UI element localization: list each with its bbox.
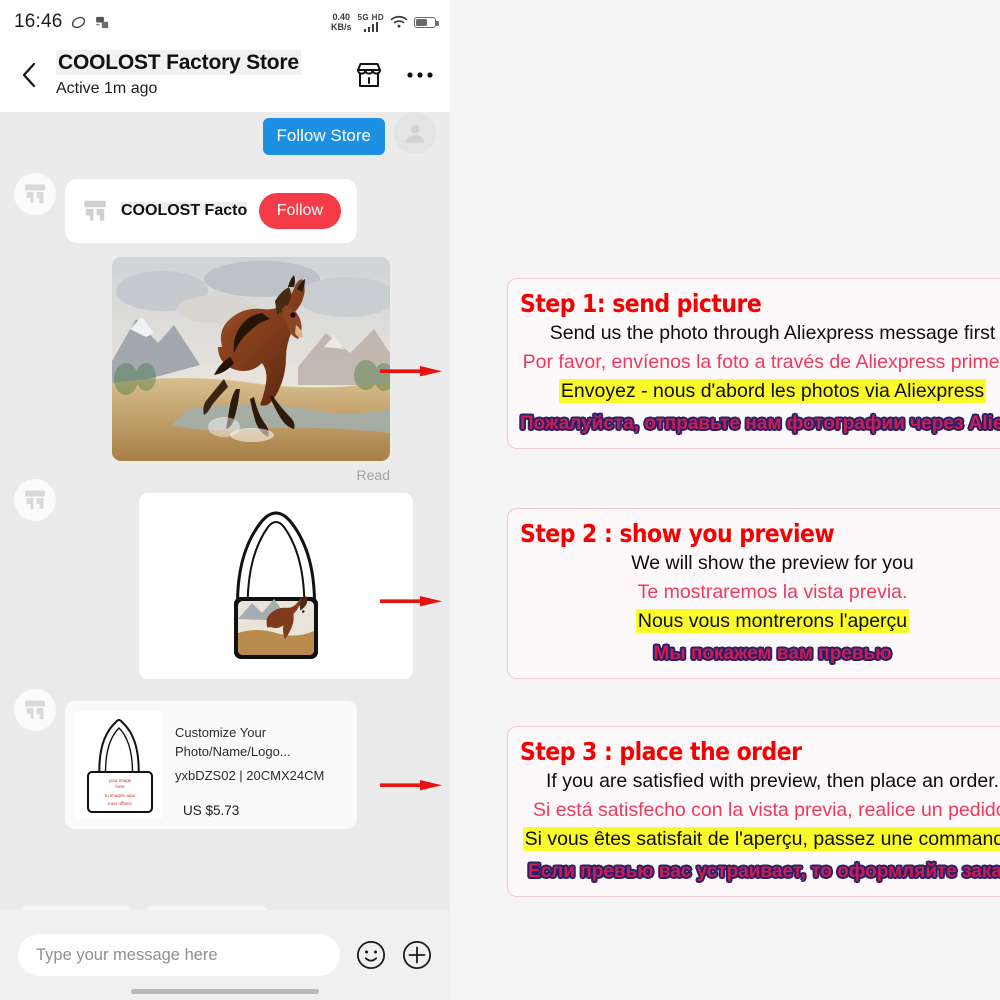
store-avatar: [14, 689, 56, 731]
custom-bag-icon: your image here tu imagen aqui euer offi…: [76, 712, 162, 818]
store-avatar: [14, 173, 56, 215]
step-2-english: We will show the preview for you: [631, 552, 914, 574]
step-3-russian: Если превью вас устраивает, то оформляйт…: [528, 861, 1000, 883]
status-bar-left: 16:46: [14, 11, 111, 33]
home-indicator: [131, 989, 319, 994]
storefront-icon[interactable]: [354, 61, 384, 89]
mock-text-line: your image: [109, 778, 132, 783]
store-card-icon: [81, 197, 109, 225]
store-icon: [25, 184, 45, 203]
screenshot-root: 16:46 0.40 KB/s 5G HD COOLOST Factory St…: [0, 0, 1000, 1000]
store-avatar: [14, 479, 56, 521]
arrow-right-icon: [380, 366, 442, 377]
network-speed-value: 0.40: [332, 12, 351, 22]
avatar: [394, 112, 436, 154]
chat-header-actions: [354, 61, 434, 89]
step-2-title: Step 2 : show you preview: [520, 519, 835, 548]
more-options-icon[interactable]: [406, 71, 434, 79]
app-notification-icon: [95, 16, 108, 28]
chevron-left-icon: [22, 62, 36, 88]
step-box-1: Step 1: send picture Send us the photo t…: [507, 278, 1000, 450]
arrow-right-icon: [380, 596, 442, 607]
network-type-label: 5G HD: [357, 12, 384, 22]
step-box-3: Step 3 : place the order If you are sati…: [507, 726, 1000, 898]
product-card[interactable]: your image here tu imagen aqui euer offi…: [65, 701, 357, 829]
shoulder-bag-preview-icon: [176, 501, 376, 671]
store-icon: [84, 200, 106, 221]
product-price: US $5.73: [183, 803, 240, 818]
store-active-status: Active 1m ago: [56, 80, 158, 97]
person-icon: [405, 124, 425, 143]
emoji-icon[interactable]: [356, 940, 386, 970]
phone-chat-panel: 16:46 0.40 KB/s 5G HD COOLOST Factory St…: [0, 0, 450, 1000]
page-title: COOLOST Factory Store: [56, 50, 301, 75]
horse-painting-image: [112, 257, 390, 461]
step-2-russian: Мы покажем вам превью: [653, 643, 892, 665]
step-1-french: Envoyez - nous d'abord les photos via Al…: [558, 379, 987, 404]
store-icon: [25, 490, 45, 509]
instructions-panel: Step 1: send picture Send us the photo t…: [380, 0, 1000, 1000]
message-row-product: your image here tu imagen aqui euer offi…: [14, 689, 436, 829]
chat-header: COOLOST Factory Store Active 1m ago: [0, 44, 450, 112]
message-row-photo: Read: [14, 257, 436, 483]
back-button[interactable]: [16, 62, 42, 88]
product-sku: yxbDZS02 | 20CMX24CM: [175, 768, 325, 783]
step-2-spanish: Te mostraremos la vista previa.: [637, 580, 908, 603]
follow-button[interactable]: Follow: [258, 193, 341, 229]
product-info: Customize Your Photo/Name/Logo... yxbDZS…: [175, 711, 347, 819]
step-1-spanish: Por favor, envíenos la foto a través de …: [522, 350, 1000, 373]
step-3-spanish: Si está satisfecho con la vista previa, …: [532, 798, 1000, 821]
add-attachment-icon[interactable]: [402, 940, 432, 970]
status-bar-right: 0.40 KB/s 5G HD: [331, 12, 439, 32]
message-row-bag-preview: [14, 479, 436, 679]
outgoing-message-bubble: Follow Store: [262, 118, 385, 155]
step-box-2: Step 2 : show you preview We will show t…: [507, 508, 1000, 680]
cellular-signal: 5G HD: [358, 13, 384, 32]
step-2-french: Nous vous montrerons l'aperçu: [635, 609, 910, 634]
product-title: Customize Your Photo/Name/Logo...: [175, 725, 291, 759]
status-bar: 16:46 0.40 KB/s 5G HD: [0, 0, 450, 44]
product-thumbnail: your image here tu imagen aqui euer offi…: [75, 711, 163, 819]
step-3-english: If you are satisfied with preview, then …: [545, 770, 1000, 792]
arrow-right-icon: [380, 780, 442, 791]
step-3-french: Si vous êtes satisfait de l'aperçu, pass…: [520, 827, 1000, 853]
mute-icon: [71, 16, 85, 28]
mock-text-line: euer offiece: [108, 801, 132, 806]
step-1-russian: Пожалуйста, отправьте нам фотографии чер…: [520, 413, 1000, 435]
bag-preview-image[interactable]: [139, 493, 413, 679]
store-follow-card[interactable]: COOLOST Factory ... Follow: [65, 179, 357, 243]
battery-icon: [414, 16, 439, 28]
mock-text-line: tu imagen aqui: [105, 793, 135, 798]
step-3-title: Step 3 : place the order: [520, 737, 802, 766]
message-row-outgoing: Follow Store: [14, 112, 436, 155]
step-1-title: Step 1: send picture: [520, 289, 762, 318]
network-speed: 0.40 KB/s: [331, 12, 352, 32]
store-card-name: COOLOST Factory ...: [121, 202, 247, 220]
network-speed-unit: KB/s: [331, 22, 352, 32]
message-row-store-card: COOLOST Factory ... Follow: [14, 173, 436, 243]
message-composer: [0, 910, 450, 1000]
mock-text-line: here: [115, 784, 125, 789]
chat-header-text: COOLOST Factory Store Active 1m ago: [56, 50, 340, 100]
message-input[interactable]: [18, 934, 340, 976]
store-icon: [25, 700, 45, 719]
signal-bars-icon: [363, 21, 379, 32]
status-time: 16:46: [14, 11, 63, 32]
sent-photo-horse[interactable]: [112, 257, 390, 461]
wifi-icon: [390, 15, 408, 28]
step-1-english: Send us the photo through Aliexpress mes…: [549, 322, 996, 344]
